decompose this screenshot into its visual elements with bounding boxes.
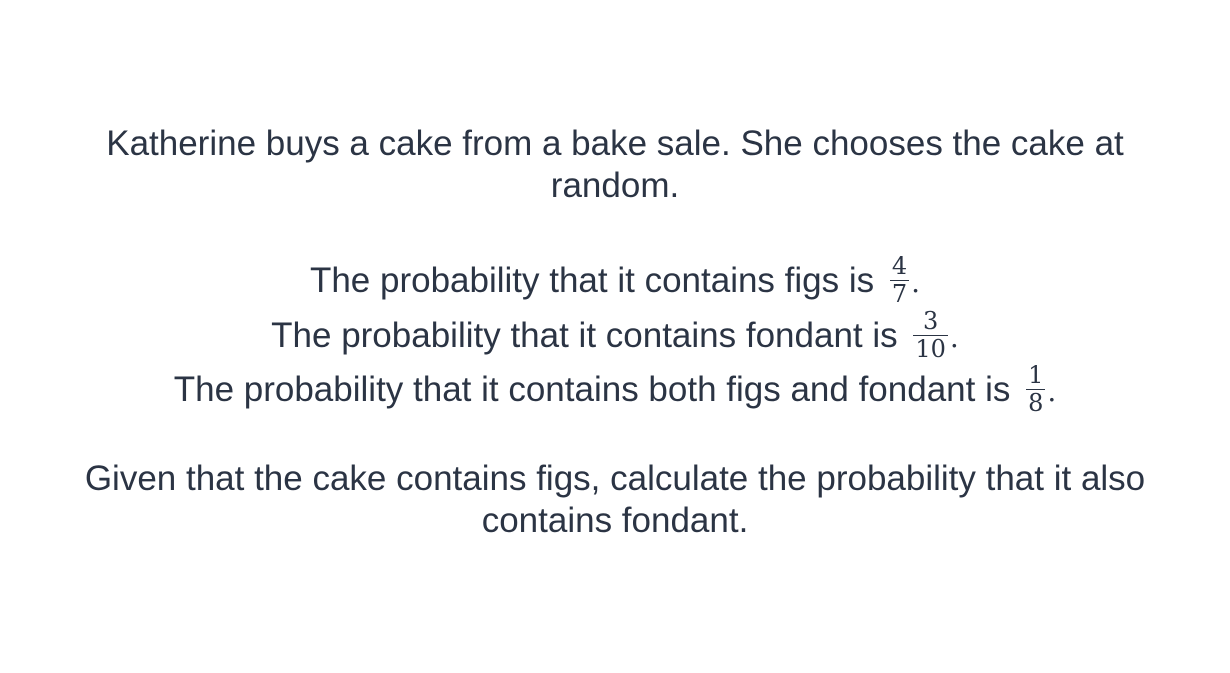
- question-card: Katherine buys a cake from a bake sale. …: [0, 0, 1230, 673]
- statement-end: .: [1047, 374, 1057, 408]
- statement-end: .: [949, 320, 959, 354]
- intro-line-2: random.: [550, 166, 680, 205]
- statement-text: The probability that it contains both fi…: [173, 369, 1021, 409]
- fraction-numerator: 3: [913, 309, 948, 336]
- intro-line-1: Katherine buys a cake from a bake sale. …: [106, 124, 1124, 163]
- fraction: 18: [1026, 361, 1046, 417]
- fraction-denominator: 7: [891, 280, 908, 308]
- statement-end: .: [911, 265, 921, 299]
- statement-figs: The probability that it contains figs is…: [0, 252, 1230, 309]
- fraction-numerator: 4: [889, 252, 910, 281]
- fraction: 47: [889, 252, 910, 308]
- statement-text: The probability that it contains figs is: [309, 260, 884, 300]
- fraction: 3 10: [913, 309, 948, 362]
- ask-line-1: Given that the cake contains figs, calcu…: [84, 459, 1146, 498]
- statement-fondant: The probability that it contains fondant…: [0, 309, 1230, 364]
- ask-line-2: contains fondant.: [481, 501, 749, 540]
- fraction-denominator: 8: [1028, 389, 1044, 417]
- fraction-denominator: 10: [915, 335, 946, 363]
- statement-text: The probability that it contains fondant…: [271, 315, 908, 355]
- statement-both: The probability that it contains both fi…: [0, 361, 1230, 418]
- fraction-numerator: 1: [1026, 361, 1046, 390]
